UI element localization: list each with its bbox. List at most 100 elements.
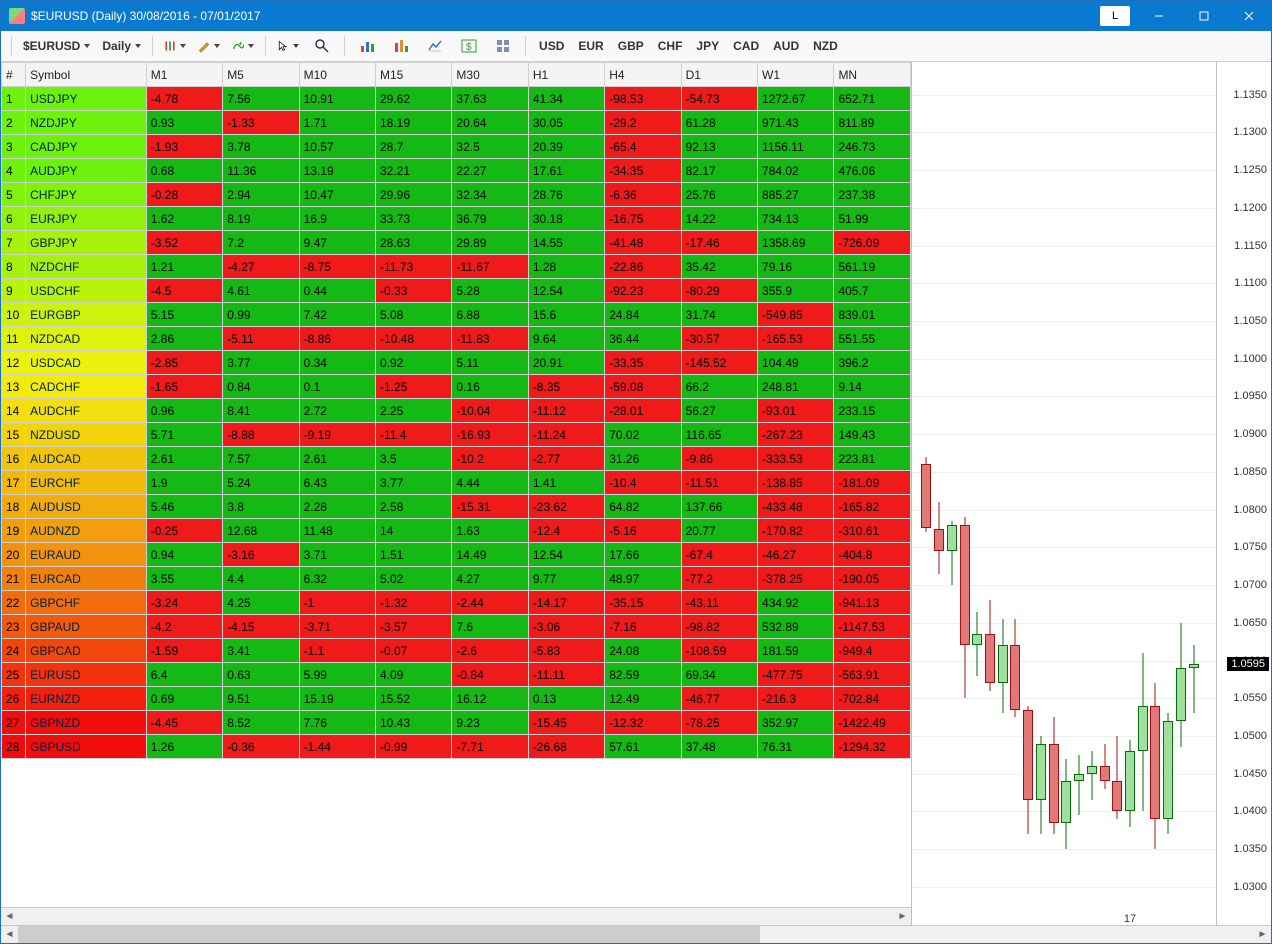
heatmap-table: #SymbolM1M5M10M15M30H1H4D1W1MN 1USDJPY-4… [1, 62, 911, 759]
currency-filter-usd[interactable]: USD [532, 34, 571, 58]
draw-tool-button[interactable] [193, 34, 225, 58]
price-tick: 1.0950 [1233, 390, 1267, 402]
table-row[interactable]: 22GBPCHF-3.244.25-1-1.32-2.44-14.17-35.1… [2, 591, 911, 615]
window-title: $EURUSD (Daily) 30/08/2016 - 07/01/2017 [31, 9, 260, 23]
table-row[interactable]: 7GBPJPY-3.527.29.4728.6329.8914.55-41.48… [2, 231, 911, 255]
table-row[interactable]: 9USDCHF-4.54.610.44-0.335.2812.54-92.23-… [2, 279, 911, 303]
price-tick: 1.0400 [1233, 805, 1267, 817]
last-price-label: 1.0595 [1227, 657, 1269, 671]
currency-button[interactable]: $ [453, 34, 485, 58]
price-tick: 1.0800 [1233, 504, 1267, 516]
currency-filter-chf[interactable]: CHF [651, 34, 690, 58]
price-tick: 1.0350 [1233, 843, 1267, 855]
price-tick: 1.0450 [1233, 768, 1267, 780]
bars-style-button[interactable] [159, 34, 191, 58]
chart-button-3[interactable] [419, 34, 451, 58]
app-icon [9, 8, 25, 24]
scroll-left-icon[interactable]: ◄ [1, 926, 18, 943]
column-header[interactable]: # [2, 63, 26, 87]
price-tick: 1.0900 [1233, 428, 1267, 440]
table-row[interactable]: 18AUDUSD5.463.82.282.58-15.31-23.6264.82… [2, 495, 911, 519]
table-row[interactable]: 24GBPCAD-1.593.41-1.1-0.07-2.6-5.8324.08… [2, 639, 911, 663]
table-row[interactable]: 26EURNZD0.699.5115.1915.5216.120.1312.49… [2, 687, 911, 711]
table-horizontal-scrollbar[interactable]: ◄ ► [1, 907, 911, 925]
table-row[interactable]: 21EURCAD3.554.46.325.024.279.7748.97-77.… [2, 567, 911, 591]
currency-filter-cad[interactable]: CAD [726, 34, 766, 58]
chevron-down-icon [135, 44, 141, 48]
indicator-button[interactable]: + [227, 34, 259, 58]
column-header[interactable]: MN [834, 63, 911, 87]
maximize-button[interactable] [1181, 1, 1226, 31]
period-dropdown[interactable]: Daily [97, 34, 146, 58]
price-tick: 1.0850 [1233, 466, 1267, 478]
table-row[interactable]: 12USDCAD-2.853.770.340.925.1120.91-33.35… [2, 351, 911, 375]
symbol-dropdown[interactable]: $EURUSD [18, 34, 95, 58]
table-row[interactable]: 27GBPNZD-4.458.527.7610.439.23-15.45-12.… [2, 711, 911, 735]
svg-text:+: + [239, 41, 243, 47]
table-row[interactable]: 2NZDJPY0.93-1.331.7118.1920.6430.05-29.2… [2, 111, 911, 135]
price-tick: 1.0300 [1233, 881, 1267, 893]
column-header[interactable]: M10 [299, 63, 375, 87]
currency-filter-aud[interactable]: AUD [766, 34, 806, 58]
price-tick: 1.1150 [1234, 240, 1267, 252]
window-horizontal-scrollbar[interactable]: ◄ ► [1, 925, 1271, 943]
currency-filter-gbp[interactable]: GBP [611, 34, 651, 58]
price-axis: 1.03001.03501.04001.04501.05001.05501.06… [1217, 62, 1271, 925]
scroll-left-icon[interactable]: ◄ [1, 908, 18, 925]
price-tick: 1.1250 [1233, 164, 1267, 176]
table-row[interactable]: 8NZDCHF1.21-4.27-8.75-11.73-11.671.28-22… [2, 255, 911, 279]
table-row[interactable]: 16AUDCAD2.617.572.613.5-10.2-2.7731.26-9… [2, 447, 911, 471]
column-header[interactable]: H1 [528, 63, 604, 87]
table-row[interactable]: 1USDJPY-4.787.5610.9129.6237.6341.34-98.… [2, 87, 911, 111]
chart-button-2[interactable] [385, 34, 417, 58]
table-row[interactable]: 15NZDUSD5.71-8.88-9.19-11.4-16.93-11.247… [2, 423, 911, 447]
table-row[interactable]: 28GBPUSD1.26-0.36-1.44-0.99-7.71-26.6857… [2, 735, 911, 759]
price-tick: 1.1300 [1233, 126, 1267, 138]
close-button[interactable] [1226, 1, 1271, 31]
table-row[interactable]: 17EURCHF1.95.246.433.774.441.41-10.4-11.… [2, 471, 911, 495]
currency-filter-jpy[interactable]: JPY [689, 34, 726, 58]
heatmap-table-scroll[interactable]: #SymbolM1M5M10M15M30H1H4D1W1MN 1USDJPY-4… [1, 62, 911, 907]
scroll-right-icon[interactable]: ► [894, 908, 911, 925]
price-tick: 1.0500 [1233, 730, 1267, 742]
table-row[interactable]: 11NZDCAD2.86-5.11-8.86-10.48-11.839.6436… [2, 327, 911, 351]
grid-button[interactable] [487, 34, 519, 58]
table-row[interactable]: 19AUDNZD-0.2512.6811.48141.63-12.4-5.162… [2, 519, 911, 543]
layout-button[interactable]: L [1100, 6, 1130, 26]
column-header[interactable]: M30 [452, 63, 528, 87]
titlebar: $EURUSD (Daily) 30/08/2016 - 07/01/2017 … [1, 1, 1271, 31]
column-header[interactable]: D1 [681, 63, 757, 87]
table-row[interactable]: 20EURAUD0.94-3.163.711.5114.4912.5417.66… [2, 543, 911, 567]
table-row[interactable]: 5CHFJPY-0.282.9410.4729.9632.3428.76-6.3… [2, 183, 911, 207]
table-row[interactable]: 14AUDCHF0.968.412.722.25-10.04-11.12-28.… [2, 399, 911, 423]
column-header[interactable]: H4 [605, 63, 681, 87]
price-tick: 1.1100 [1234, 277, 1267, 289]
cursor-button[interactable] [272, 34, 304, 58]
svg-text:$: $ [466, 42, 472, 53]
scroll-right-icon[interactable]: ► [1254, 926, 1271, 943]
price-tick: 1.1050 [1233, 315, 1267, 327]
heatmap-panel: #SymbolM1M5M10M15M30H1H4D1W1MN 1USDJPY-4… [1, 62, 912, 925]
price-tick: 1.0550 [1233, 692, 1267, 704]
column-header[interactable]: Symbol [26, 63, 147, 87]
zoom-button[interactable] [306, 34, 338, 58]
toolbar: $EURUSD Daily + $ USDEURGBPCHFJPYCADAUDN… [1, 31, 1271, 62]
column-header[interactable]: M15 [376, 63, 452, 87]
table-row[interactable]: 3CADJPY-1.933.7810.5728.732.520.39-65.49… [2, 135, 911, 159]
price-chart[interactable]: 17 [912, 62, 1217, 925]
currency-filter-nzd[interactable]: NZD [806, 34, 845, 58]
column-header[interactable]: W1 [758, 63, 834, 87]
currency-filter-eur[interactable]: EUR [571, 34, 610, 58]
column-header[interactable]: M1 [146, 63, 222, 87]
table-row[interactable]: 13CADCHF-1.650.840.1-1.250.16-8.35-59.08… [2, 375, 911, 399]
column-header[interactable]: M5 [223, 63, 299, 87]
price-tick: 1.1000 [1233, 353, 1267, 365]
chart-button-1[interactable] [351, 34, 383, 58]
minimize-button[interactable] [1136, 1, 1181, 31]
table-row[interactable]: 25EURUSD6.40.635.994.09-0.84-11.1182.596… [2, 663, 911, 687]
table-row[interactable]: 10EURGBP5.150.997.425.086.8815.624.8431.… [2, 303, 911, 327]
table-row[interactable]: 23GBPAUD-4.2-4.15-3.71-3.577.6-3.06-7.16… [2, 615, 911, 639]
table-row[interactable]: 6EURJPY1.628.1916.933.7336.7930.18-16.75… [2, 207, 911, 231]
price-chart-panel: 17 1.0300 1.0350 1.0400 1.0450 1.0500 1.0550 1… [912, 62, 1271, 925]
table-row[interactable]: 4AUDJPY0.6811.3613.1932.2122.2717.61-34.… [2, 159, 911, 183]
